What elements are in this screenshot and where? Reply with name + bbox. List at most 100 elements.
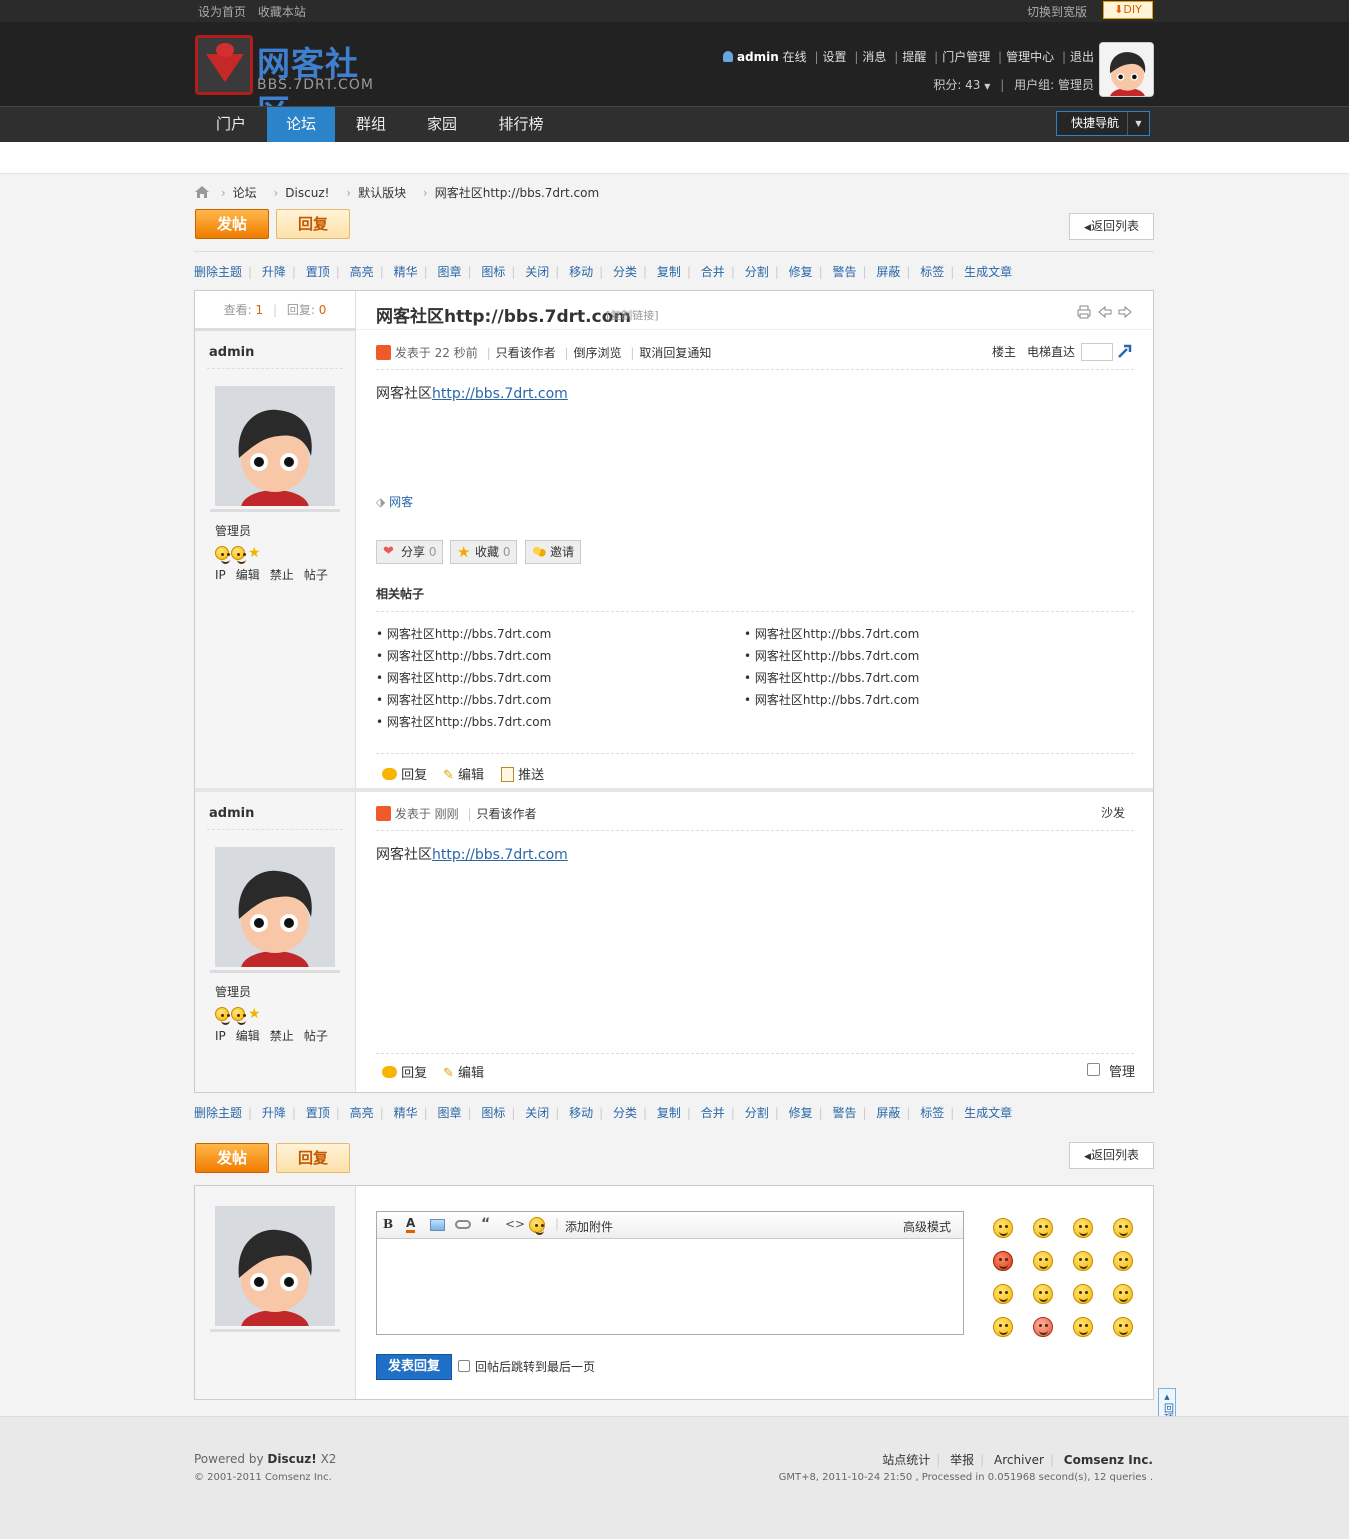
mod-article[interactable]: 生成文章 (964, 263, 1012, 280)
post1-reply-action[interactable]: 回复 (382, 764, 427, 783)
home-icon[interactable] (194, 185, 210, 199)
mod-icon[interactable]: 图标 (481, 263, 505, 280)
post2-content-link[interactable]: http://bbs.7drt.com (432, 847, 568, 863)
mod-move[interactable]: 移动 (569, 263, 593, 280)
mod-repair[interactable]: 修复 (789, 263, 813, 280)
shocked-smiley-icon[interactable] (1033, 1251, 1053, 1271)
submit-reply-button[interactable]: 发表回复 (376, 1354, 452, 1380)
related-item[interactable]: • 网客社区http://bbs.7drt.com (744, 689, 919, 711)
related-item[interactable]: • 网客社区http://bbs.7drt.com (744, 623, 919, 645)
related-item[interactable]: • 网客社区http://bbs.7drt.com (376, 711, 551, 733)
site-logo[interactable]: 网客社区 BBS.7DRT.COM (195, 35, 385, 131)
nav-item-portal[interactable]: 门户 (196, 107, 266, 143)
nav-item-forum[interactable]: 论坛 (267, 107, 335, 143)
breadcrumb-board[interactable]: 默认版块 (358, 186, 406, 200)
set-home-link[interactable]: 设为首页 (198, 5, 246, 19)
mod-stick[interactable]: 置顶 (306, 1104, 330, 1121)
comsenz-link[interactable]: Comsenz Inc. (1064, 1453, 1153, 1467)
post2-user-posts[interactable]: 帖子 (304, 1029, 328, 1043)
post1-ban-user[interactable]: 禁止 (270, 568, 294, 582)
angry-smiley-icon[interactable] (993, 1251, 1013, 1271)
post2-edit-user[interactable]: 编辑 (236, 1029, 260, 1043)
sweat-smiley-icon[interactable] (1073, 1317, 1093, 1337)
report-link[interactable]: 举报 (950, 1453, 974, 1467)
back-to-list-button[interactable]: ◀返回列表 (1069, 213, 1154, 240)
archiver-link[interactable]: Archiver (994, 1453, 1044, 1467)
post2-edit-action[interactable]: ✎ 编辑 (443, 1062, 484, 1081)
shy-smiley-icon[interactable] (1033, 1284, 1053, 1304)
mod-bump[interactable]: 升降 (262, 1104, 286, 1121)
bold-icon[interactable]: B (383, 1217, 393, 1231)
image-icon[interactable] (430, 1219, 445, 1231)
tongue-smiley-icon[interactable] (1073, 1251, 1093, 1271)
related-item[interactable]: • 网客社区http://bbs.7drt.com (744, 667, 919, 689)
mod-warn[interactable]: 警告 (832, 263, 856, 280)
mod-icon[interactable]: 图标 (481, 1104, 505, 1121)
post2-reply-action[interactable]: 回复 (382, 1062, 427, 1081)
username-link[interactable]: admin (737, 50, 779, 64)
points-dropdown[interactable]: 积分: 43 ▼ (933, 78, 990, 92)
mod-merge[interactable]: 合并 (701, 263, 725, 280)
post1-only-author[interactable]: 只看该作者 (496, 346, 556, 360)
post2-only-author[interactable]: 只看该作者 (477, 807, 537, 821)
link-icon[interactable] (455, 1220, 471, 1229)
related-item[interactable]: • 网客社区http://bbs.7drt.com (744, 645, 919, 667)
related-item[interactable]: • 网客社区http://bbs.7drt.com (376, 689, 551, 711)
switch-wide-link[interactable]: 切换到宽版 (1027, 3, 1087, 20)
wink-smiley-icon[interactable] (1113, 1251, 1133, 1271)
mod-tag[interactable]: 标签 (920, 263, 944, 280)
mod-stick[interactable]: 置顶 (306, 263, 330, 280)
mod-split[interactable]: 分割 (745, 1104, 769, 1121)
admin-center-link[interactable]: 管理中心 (1006, 50, 1054, 64)
print-icon[interactable] (1077, 305, 1091, 319)
related-item[interactable]: • 网客社区http://bbs.7drt.com (376, 667, 551, 689)
mod-split[interactable]: 分割 (745, 263, 769, 280)
laugh-smiley-icon[interactable] (993, 1284, 1013, 1304)
mod-article[interactable]: 生成文章 (964, 1104, 1012, 1121)
prev-thread-icon[interactable] (1098, 305, 1112, 319)
mod-bump[interactable]: 升降 (262, 263, 286, 280)
settings-link[interactable]: 设置 (823, 50, 847, 64)
font-color-icon[interactable]: A (406, 1216, 416, 1233)
post1-tag[interactable]: 网客 (389, 495, 413, 509)
mod-digest[interactable]: 精华 (394, 263, 418, 280)
related-item[interactable]: • 网客社区http://bbs.7drt.com (376, 623, 551, 645)
mod-copy[interactable]: 复制 (657, 1104, 681, 1121)
smiley-icon[interactable] (993, 1218, 1013, 1238)
post1-cancel-notify[interactable]: 取消回复通知 (639, 346, 711, 360)
reply-button-bottom[interactable]: 回复 (276, 1143, 350, 1173)
mod-close[interactable]: 关闭 (525, 263, 549, 280)
back-to-list-button-bottom[interactable]: ◀返回列表 (1069, 1142, 1154, 1169)
post1-edit-user[interactable]: 编辑 (236, 568, 260, 582)
attach-button[interactable]: 添加附件 (565, 1218, 613, 1235)
mod-highlight[interactable]: 高亮 (350, 263, 374, 280)
mod-move[interactable]: 移动 (569, 1104, 593, 1121)
site-stats-link[interactable]: 站点统计 (882, 1453, 930, 1467)
go-arrow-icon[interactable] (1117, 343, 1133, 359)
post1-avatar[interactable] (215, 386, 335, 506)
breadcrumb-discuz[interactable]: Discuz! (285, 186, 329, 200)
discuz-link[interactable]: Discuz! (267, 1452, 316, 1466)
manage-checkbox[interactable] (1087, 1063, 1100, 1076)
portal-manage-link[interactable]: 门户管理 (942, 50, 990, 64)
quote-icon[interactable]: “ (481, 1216, 490, 1232)
mod-type[interactable]: 分类 (613, 1104, 637, 1121)
nav-item-groups[interactable]: 群组 (336, 107, 406, 143)
post1-content-link[interactable]: http://bbs.7drt.com (432, 386, 568, 402)
jump-last-checkbox[interactable] (458, 1360, 470, 1372)
mod-digest[interactable]: 精华 (394, 1104, 418, 1121)
next-thread-icon[interactable] (1118, 305, 1132, 319)
mod-repair[interactable]: 修复 (789, 1104, 813, 1121)
breadcrumb-forum[interactable]: 论坛 (233, 186, 257, 200)
reply-button[interactable]: 回复 (276, 209, 350, 239)
mod-type[interactable]: 分类 (613, 263, 637, 280)
messages-link[interactable]: 消息 (862, 50, 886, 64)
teeth-smiley-icon[interactable] (1113, 1284, 1133, 1304)
invite-button[interactable]: 邀请 (525, 540, 582, 564)
post1-ip-link[interactable]: IP (215, 568, 226, 582)
nav-item-ranking[interactable]: 排行榜 (478, 107, 564, 143)
smiley-icon[interactable] (529, 1217, 545, 1235)
mod-delete[interactable]: 删除主题 (194, 1104, 242, 1121)
favorite-button[interactable]: ★ 收藏 0 (450, 540, 518, 564)
post2-avatar[interactable] (215, 847, 335, 967)
